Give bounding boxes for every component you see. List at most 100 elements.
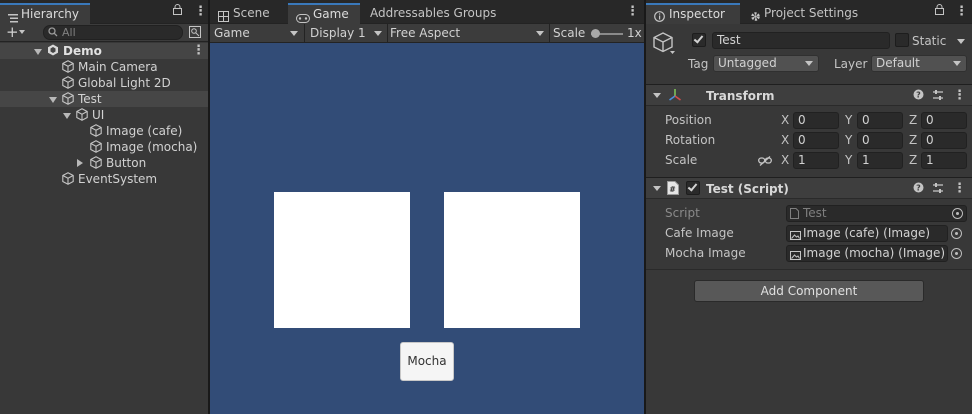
component-menu-icon[interactable]: ⋮: [953, 89, 966, 102]
active-checkbox[interactable]: [692, 33, 706, 47]
cafe-image-field[interactable]: Image (cafe) (Image): [786, 225, 948, 242]
mocha-image-label: Mocha Image: [665, 246, 746, 260]
script-field-value: Test: [803, 206, 827, 220]
display-dropdown[interactable]: Display 1: [310, 24, 384, 43]
scale-label: Scale: [553, 26, 586, 40]
hierarchy-panel: Hierarchy ⋮ + All Demo ⋮ Main Camera Global…: [0, 0, 208, 414]
scene-menu-icon[interactable]: ⋮: [192, 44, 205, 57]
scene-grid-icon: [218, 8, 229, 22]
static-checkbox[interactable]: [895, 33, 909, 47]
object-name-input[interactable]: Test: [712, 32, 890, 49]
script-header[interactable]: # Test (Script) ? ⋮: [646, 177, 972, 199]
position-z-field[interactable]: 0: [921, 112, 967, 129]
aspect-dropdown[interactable]: Free Aspect: [390, 24, 546, 43]
hierarchy-row[interactable]: UI: [0, 107, 208, 123]
tab-game[interactable]: Game: [288, 3, 360, 24]
hierarchy-row[interactable]: EventSystem: [0, 171, 208, 187]
position-y-field[interactable]: 0: [857, 112, 903, 129]
rotation-label: Rotation: [665, 133, 716, 147]
scale-z-field[interactable]: 1: [921, 152, 967, 169]
add-dropdown-icon[interactable]: [19, 30, 25, 34]
hierarchy-row[interactable]: Image (mocha): [0, 139, 208, 155]
game-viewport[interactable]: Mocha: [210, 43, 644, 414]
hierarchy-row-label: Image (mocha): [106, 140, 198, 154]
scale-z-label: Z: [909, 153, 918, 167]
rotation-x-field[interactable]: 0: [793, 132, 839, 149]
tab-scene[interactable]: Scene: [210, 3, 286, 24]
hierarchy-toolbar: + All: [0, 24, 208, 42]
gameobject-icon: [62, 172, 74, 189]
help-icon[interactable]: ?: [913, 182, 924, 196]
search-placeholder: All: [62, 26, 76, 39]
collapse-arrow-icon[interactable]: [77, 159, 83, 167]
hierarchy-row[interactable]: Main Camera: [0, 59, 208, 75]
transform-icon: [668, 88, 682, 105]
tab-inspector[interactable]: Inspector: [646, 3, 740, 24]
scene-visibility-icon[interactable]: [189, 26, 201, 41]
tab-project-settings[interactable]: Project Settings: [742, 3, 874, 24]
tab-addressables-groups[interactable]: Addressables Groups: [362, 3, 502, 24]
layer-label: Layer: [834, 57, 868, 71]
mocha-image-field[interactable]: Image (mocha) (Image): [786, 245, 948, 262]
hierarchy-row-label: Main Camera: [78, 60, 158, 74]
hierarchy-row[interactable]: Test: [0, 91, 208, 107]
add-icon[interactable]: +: [6, 24, 19, 41]
expand-arrow-icon[interactable]: [49, 97, 57, 103]
rotation-y-field[interactable]: 0: [857, 132, 903, 149]
add-component-button[interactable]: Add Component: [694, 280, 924, 302]
collapse-chevron-icon[interactable]: [653, 93, 661, 98]
scale-x-field[interactable]: 1: [793, 152, 839, 169]
preset-icon[interactable]: [932, 182, 944, 197]
script-enabled-checkbox[interactable]: [686, 181, 700, 195]
collapse-chevron-icon[interactable]: [653, 186, 661, 191]
csharp-script-icon: #: [667, 181, 679, 198]
position-z-label: Z: [909, 113, 918, 127]
scale-slider[interactable]: [591, 29, 623, 38]
rotation-x-label: X: [781, 133, 790, 147]
tab-scene-label: Scene: [233, 6, 270, 20]
object-picker-icon[interactable]: [951, 248, 962, 259]
lock-icon[interactable]: [173, 4, 182, 18]
game-toolbar: Game Display 1 Free Aspect Scale 1x: [210, 24, 644, 43]
component-menu-icon[interactable]: ⋮: [953, 182, 966, 195]
hierarchy-row[interactable]: Global Light 2D: [0, 75, 208, 91]
expand-arrow-icon[interactable]: [63, 113, 71, 119]
search-input[interactable]: All: [43, 25, 183, 40]
static-dropdown-icon[interactable]: [957, 39, 965, 44]
view-dropdown[interactable]: Game: [214, 24, 300, 43]
hierarchy-row-label: Test: [78, 92, 102, 106]
script-title: Test (Script): [706, 182, 789, 196]
hierarchy-scene-row[interactable]: Demo ⋮: [0, 43, 208, 59]
hierarchy-row[interactable]: Button: [0, 155, 208, 171]
tag-dropdown[interactable]: Untagged: [713, 55, 819, 72]
constrain-proportions-icon[interactable]: [758, 155, 772, 169]
game-tabbar: Scene Game Addressables Groups ⋮: [210, 0, 644, 24]
svg-text:?: ?: [916, 91, 921, 100]
gameobject-cube-icon[interactable]: [653, 31, 675, 58]
object-picker-icon[interactable]: [951, 228, 962, 239]
tab-hierarchy[interactable]: Hierarchy: [0, 3, 90, 24]
view-dropdown-label: Game: [214, 26, 250, 40]
aspect-dropdown-label: Free Aspect: [390, 26, 461, 40]
expand-arrow-icon[interactable]: [34, 49, 42, 55]
inspector-panel: Inspector Project Settings ⋮ Test Static…: [646, 0, 972, 414]
image-cafe: [274, 192, 410, 328]
inspector-menu-icon[interactable]: ⋮: [955, 5, 968, 18]
hierarchy-row-label: Button: [106, 156, 147, 170]
hierarchy-menu-icon[interactable]: ⋮: [194, 5, 207, 18]
position-x-field[interactable]: 0: [793, 112, 839, 129]
transform-header[interactable]: Transform ? ⋮: [646, 84, 972, 106]
mocha-button[interactable]: Mocha: [400, 342, 454, 381]
scale-y-field[interactable]: 1: [857, 152, 903, 169]
scale-slider-handle[interactable]: [591, 29, 600, 38]
lock-icon[interactable]: [935, 4, 944, 18]
preset-icon[interactable]: [932, 89, 944, 104]
hierarchy-row[interactable]: Image (cafe): [0, 123, 208, 139]
check-icon: [687, 181, 698, 192]
game-menu-icon[interactable]: ⋮: [626, 5, 639, 18]
inspector-body: Test Static Tag Untagged Layer Default T…: [646, 24, 972, 414]
layer-dropdown[interactable]: Default: [871, 55, 967, 72]
help-icon[interactable]: ?: [913, 89, 924, 103]
tab-inspector-label: Inspector: [669, 7, 725, 21]
rotation-z-field[interactable]: 0: [921, 132, 967, 149]
